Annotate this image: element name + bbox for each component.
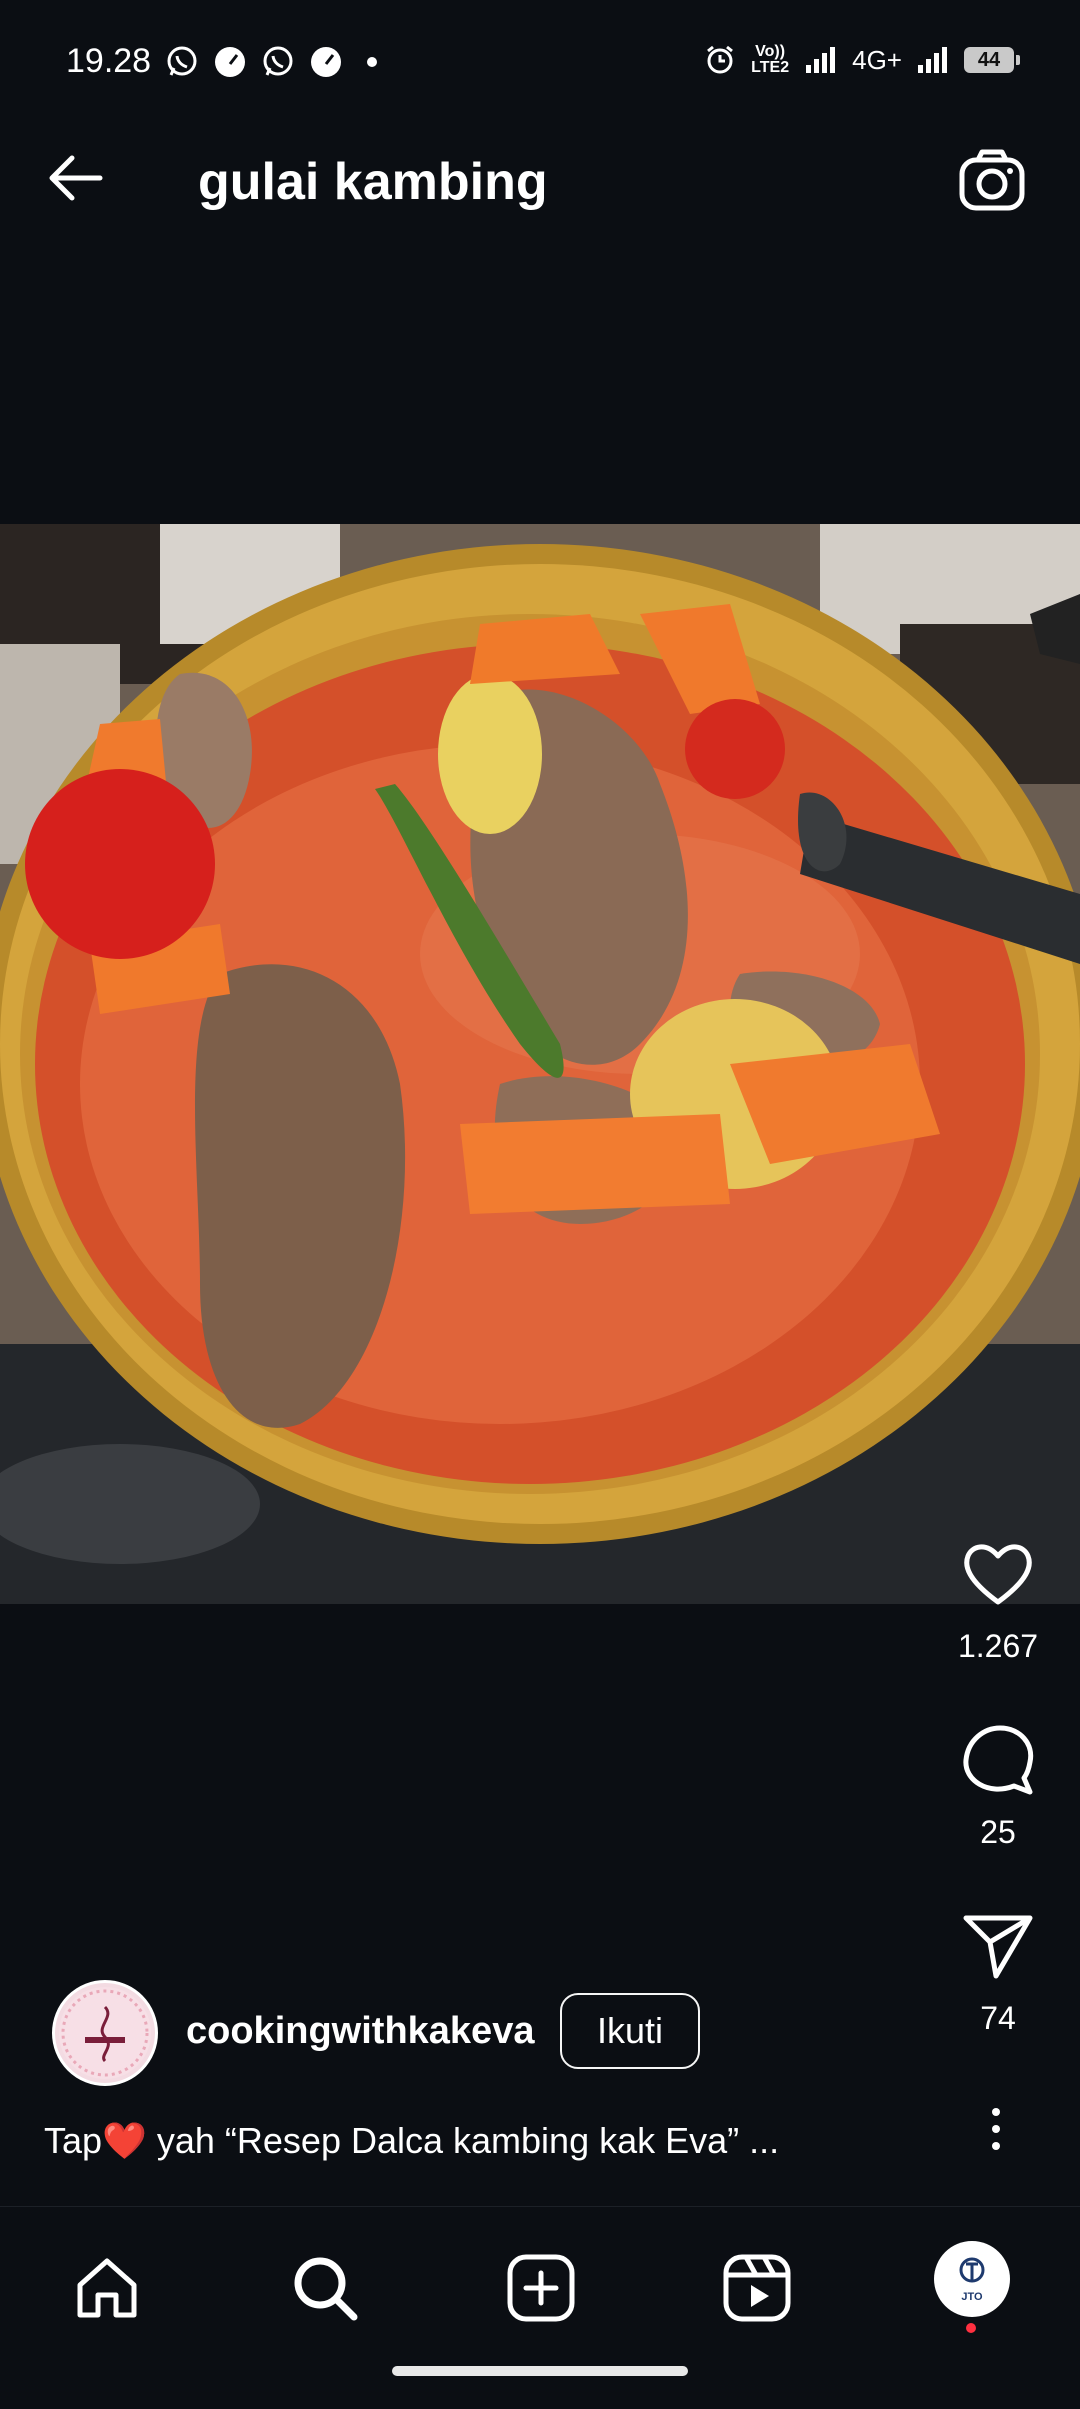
caption-text: yah “Resep Dalca kambing kak Eva” ... bbox=[146, 2120, 780, 2161]
whatsapp-icon bbox=[167, 46, 197, 76]
lte-label: Vo)) LTE2 bbox=[751, 43, 790, 76]
page-title[interactable]: gulai kambing bbox=[198, 152, 548, 212]
post-image[interactable] bbox=[0, 524, 1080, 1604]
battery-indicator: 44 bbox=[964, 47, 1020, 73]
comment-action[interactable]: 25 bbox=[950, 1720, 1046, 1851]
post-caption[interactable]: Tap❤️ yah “Resep Dalca kambing kak Eva” … bbox=[44, 2120, 779, 2162]
bottom-navigation: JTO bbox=[0, 2206, 1080, 2409]
food-photo bbox=[0, 524, 1080, 1604]
share-count: 74 bbox=[980, 2000, 1016, 2036]
share-icon[interactable] bbox=[958, 1906, 1038, 1986]
username[interactable]: cookingwithkakeva bbox=[186, 2010, 534, 2053]
whatsapp-icon bbox=[263, 46, 293, 76]
profile-logo-icon bbox=[959, 2257, 985, 2282]
speedometer-icon bbox=[215, 47, 245, 77]
avatar-logo bbox=[59, 1987, 151, 2079]
avatar[interactable] bbox=[52, 1980, 158, 2086]
signal-icon bbox=[918, 47, 947, 73]
heart-emoji: ❤️ bbox=[102, 2120, 147, 2161]
alarm-icon bbox=[707, 45, 734, 74]
status-right-group: Vo)) LTE2 4G+ 44 bbox=[704, 40, 1020, 80]
reels-icon[interactable] bbox=[720, 2251, 794, 2325]
heart-icon[interactable] bbox=[958, 1534, 1038, 1614]
share-action[interactable]: 74 bbox=[950, 1906, 1046, 2037]
network-type: 4G+ bbox=[852, 44, 902, 75]
like-count: 1.267 bbox=[957, 1628, 1039, 1664]
status-bar: 19.28 Vo)) LTE2 4G+ 44 bbox=[0, 0, 1080, 100]
speedometer-icon bbox=[311, 47, 341, 77]
battery-level: 44 bbox=[977, 48, 1001, 71]
back-button[interactable] bbox=[38, 140, 114, 216]
home-icon[interactable] bbox=[70, 2251, 144, 2325]
notification-dot bbox=[966, 2323, 976, 2333]
profile-avatar[interactable]: JTO bbox=[934, 2241, 1010, 2317]
follow-button[interactable]: Ikuti bbox=[560, 1993, 700, 2069]
like-action[interactable]: 1.267 bbox=[950, 1534, 1046, 1665]
status-time: 19.28 bbox=[66, 42, 152, 80]
create-icon[interactable] bbox=[504, 2251, 578, 2325]
profile-avatar-text: JTO bbox=[961, 2290, 983, 2303]
more-options-icon[interactable] bbox=[976, 2106, 1016, 2152]
signal-icon bbox=[806, 47, 836, 73]
caption-prefix: Tap bbox=[44, 2120, 103, 2161]
search-icon[interactable] bbox=[288, 2251, 362, 2325]
camera-icon[interactable] bbox=[954, 144, 1030, 220]
search-header: gulai kambing bbox=[0, 100, 1080, 260]
dot-icon bbox=[367, 57, 377, 67]
home-indicator[interactable] bbox=[392, 2366, 688, 2376]
comment-icon[interactable] bbox=[958, 1720, 1038, 1800]
comment-count: 25 bbox=[980, 1814, 1016, 1850]
